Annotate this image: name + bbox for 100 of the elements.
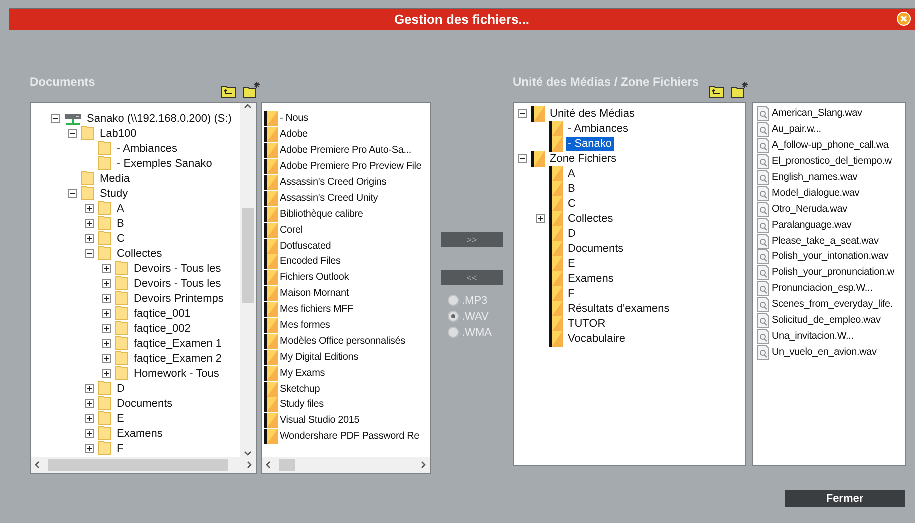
tree-item[interactable]: D — [566, 226, 578, 240]
tree-item[interactable]: TUTOR — [566, 316, 608, 330]
close-icon[interactable] — [897, 12, 911, 26]
file-item[interactable]: Model_dialogue.wav — [772, 188, 860, 199]
scrollbar-thumb[interactable] — [48, 459, 228, 471]
tree-item[interactable]: A — [566, 166, 578, 180]
folder-item[interactable]: - Nous — [280, 113, 308, 124]
radio-button[interactable] — [448, 295, 459, 306]
file-item[interactable]: Paralanguage.wav — [772, 220, 852, 231]
expand-button[interactable] — [102, 354, 111, 363]
tree-item[interactable]: faqtice_Examen 2 — [132, 352, 224, 366]
file-item[interactable]: Una_invitacion.W... — [772, 330, 854, 342]
folder-item[interactable]: Bibliothèque calibre — [280, 208, 364, 220]
folder-item[interactable]: My Digital Editions — [280, 352, 358, 363]
tree-item[interactable]: Résultats d'examens — [566, 302, 672, 316]
collapse-button[interactable] — [85, 249, 94, 258]
tree-item[interactable]: Documents — [115, 396, 175, 410]
folder-item[interactable]: Modèles Office personnalisés — [280, 336, 406, 347]
file-item[interactable]: Solicitud_de_empleo.wav — [772, 315, 881, 326]
new-folder-icon[interactable] — [731, 82, 750, 98]
scroll-right-icon[interactable] — [419, 461, 427, 469]
folder-item[interactable]: Corel — [280, 224, 303, 236]
tree-item[interactable]: Examens — [566, 272, 616, 286]
tree-item[interactable]: B — [566, 182, 578, 196]
collapse-button[interactable] — [518, 109, 527, 118]
tree-item[interactable]: faqtice_Examen 1 — [132, 336, 224, 350]
folder-item[interactable]: Mes formes — [280, 320, 330, 332]
expand-button[interactable] — [85, 204, 94, 213]
expand-button[interactable] — [102, 279, 111, 288]
tree-item[interactable]: - Ambiances — [115, 142, 180, 156]
folder-item[interactable]: Maison Mornant — [280, 288, 349, 300]
folder-item[interactable]: Assassin's Creed Origins — [280, 177, 387, 188]
scrollbar-thumb[interactable] — [279, 459, 295, 471]
scroll-right-icon[interactable] — [245, 461, 253, 469]
collapse-button[interactable] — [518, 154, 527, 163]
file-item[interactable]: Pronunciacion_esp.W... — [772, 283, 873, 294]
tree-item[interactable]: Vocabulaire — [566, 332, 628, 346]
expand-button[interactable] — [85, 219, 94, 228]
scroll-down-icon[interactable] — [244, 449, 252, 457]
folder-item[interactable]: Fichiers Outlook — [280, 272, 350, 284]
expand-button[interactable] — [102, 264, 111, 273]
tree-item[interactable]: F — [566, 286, 577, 300]
file-item[interactable]: A_follow-up_phone_call.wa — [772, 140, 889, 152]
folder-item[interactable]: Mes fichiers MFF — [280, 304, 354, 316]
folder-item[interactable]: Study files — [280, 399, 324, 410]
expand-button[interactable] — [102, 339, 111, 348]
tree-item[interactable]: E — [115, 412, 126, 426]
vertical-scrollbar[interactable] — [240, 103, 256, 457]
tree-item[interactable]: Collectes — [566, 212, 616, 226]
scroll-up-icon[interactable] — [244, 103, 252, 111]
folder-item[interactable]: Adobe Premiere Pro Preview File — [280, 161, 422, 172]
scroll-left-icon[interactable] — [265, 461, 273, 469]
expand-button[interactable] — [536, 214, 545, 223]
folder-up-icon[interactable] — [709, 85, 726, 98]
tree-item[interactable]: Collectes — [115, 246, 164, 260]
tree-item[interactable]: Devoirs Printemps — [132, 292, 226, 306]
expand-button[interactable] — [85, 414, 94, 423]
collapse-button[interactable] — [51, 114, 60, 123]
folder-item[interactable]: Assassin's Creed Unity — [280, 192, 378, 204]
tree-item[interactable]: Devoirs - Tous les — [132, 276, 224, 290]
folder-item[interactable]: Wondershare PDF Password Re — [280, 431, 420, 442]
expand-button[interactable] — [102, 369, 111, 378]
horizontal-scrollbar[interactable] — [31, 457, 256, 473]
file-item[interactable]: American_Slang.wav — [772, 108, 862, 120]
tree-item[interactable]: Zone Fichiers — [548, 152, 619, 166]
tree-item[interactable]: - Exemples Sanako — [115, 156, 214, 170]
tree-item[interactable]: faqtice_001 — [132, 306, 193, 320]
tree-item[interactable]: E — [566, 256, 578, 270]
expand-button[interactable] — [85, 384, 94, 393]
expand-button[interactable] — [85, 234, 94, 243]
folder-item[interactable]: Sketchup — [280, 384, 320, 395]
tree-item[interactable]: - Ambiances — [566, 122, 631, 136]
tree-item[interactable]: C — [566, 196, 578, 210]
folder-up-icon[interactable] — [221, 85, 238, 98]
file-item[interactable]: Un_vuelo_en_avion.wav — [772, 346, 877, 358]
folder-item[interactable]: Dotfuscated — [280, 240, 332, 252]
tree-item[interactable]: C — [115, 232, 127, 246]
folder-item[interactable]: Adobe — [280, 129, 308, 140]
tree-item[interactable]: Media — [98, 172, 132, 186]
tree-item[interactable]: faqtice_002 — [132, 322, 193, 336]
tree-item[interactable]: Unité des Médias — [548, 106, 637, 120]
tree-item[interactable]: Examens — [115, 426, 165, 440]
collapse-button[interactable] — [68, 129, 77, 138]
file-item[interactable]: English_names.wav — [772, 172, 858, 183]
collapse-button[interactable] — [68, 189, 77, 198]
file-item[interactable]: Otro_Neruda.wav — [772, 204, 848, 215]
tree-item[interactable]: Documents — [566, 242, 626, 256]
expand-button[interactable] — [102, 309, 111, 318]
file-item[interactable]: Scenes_from_everyday_life. — [772, 299, 893, 310]
expand-button[interactable] — [85, 399, 94, 408]
file-item[interactable]: Please_take_a_seat.wav — [772, 236, 879, 247]
folder-item[interactable]: Encoded Files — [280, 256, 341, 268]
folder-item[interactable]: My Exams — [280, 368, 326, 379]
file-item[interactable]: Polish_your_intonation.wav — [772, 251, 889, 262]
scrollbar-thumb[interactable] — [242, 208, 254, 303]
tree-item[interactable]: Study — [98, 186, 130, 200]
tree-item[interactable]: Homework - Tous — [132, 366, 222, 380]
tree-item[interactable]: - Sanako — [566, 136, 614, 150]
scroll-left-icon[interactable] — [34, 461, 42, 469]
tree-item[interactable]: Sanako (\\192.168.0.200) (S:) — [85, 112, 234, 126]
